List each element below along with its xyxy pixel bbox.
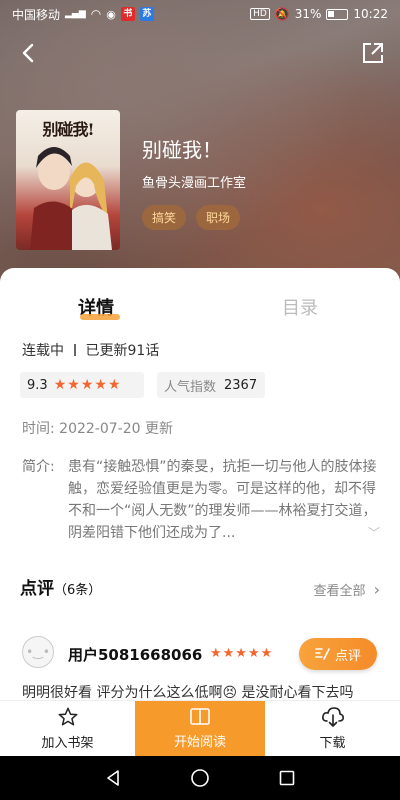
cover-illustration — [30, 147, 112, 250]
rating-value: 9.3 — [27, 377, 48, 393]
synopsis-label: 简介: — [22, 459, 55, 475]
share-button[interactable] — [360, 40, 386, 66]
serial-status-row: 连载中 已更新91话 — [22, 340, 159, 360]
carrier-text: 中国移动 — [12, 7, 61, 22]
bottom-action-bar: 加入书架 开始阅读 下载 — [0, 700, 400, 756]
review-stars: ★★★★★ — [210, 646, 274, 661]
start-reading-label: 开始阅读 — [173, 735, 226, 750]
nav-home-icon[interactable] — [190, 768, 210, 788]
add-to-shelf-button[interactable]: 加入书架 — [0, 701, 135, 756]
comic-cover[interactable]: 别碰我! — [16, 110, 120, 250]
reviews-title: 点评（6条） — [20, 574, 101, 599]
tag-list: 搞笑 职场 — [142, 205, 241, 230]
view-all-label: 查看全部 — [313, 584, 366, 599]
wifi-icon: ◠ — [90, 7, 102, 21]
system-nav-bar — [0, 756, 400, 800]
synopsis-text: 患有“接触恐惧”的秦旻，抗拒一切与他人的肢体接触，恋爱经验值更是为零。可是这样的… — [68, 459, 377, 541]
tag-comedy[interactable]: 搞笑 — [142, 205, 187, 230]
star-icon: ★ — [80, 377, 94, 393]
review-user-name[interactable]: 用户5081668066 — [68, 644, 202, 665]
star-icon: ★ — [53, 377, 67, 393]
popularity-box: 人气指数 2367 — [157, 372, 265, 398]
start-reading-button[interactable]: 开始阅读 — [135, 701, 265, 756]
mute-icon: 🔕 — [274, 7, 290, 21]
rating-stars: ★ ★ ★ ★ ★ — [53, 377, 121, 393]
comic-author[interactable]: 鱼骨头漫画工作室 — [142, 172, 246, 191]
app-badge-icon-2: 苏 — [139, 7, 154, 21]
star-icon: ★ — [107, 377, 121, 393]
download-button[interactable]: 下载 — [265, 701, 400, 756]
status-bar: 中国移动 ▂▄▆ ◠ ◉ 书 苏 HD 🔕 31% 10:22 — [0, 0, 400, 28]
chevron-right-icon: › — [373, 580, 380, 599]
detail-card: 详情 目录 连载中 已更新91话 9.3 ★ ★ ★ ★ ★ 人气指数 2367… — [0, 268, 400, 700]
cloud-download-icon — [321, 707, 344, 727]
star-outline-icon — [58, 707, 77, 726]
battery-percent: 31% — [294, 7, 322, 21]
comic-title: 别碰我！ — [142, 138, 222, 162]
time-value: 2022-07-20 更新 — [59, 421, 173, 437]
edit-icon — [315, 648, 330, 660]
hd-icon: HD — [250, 8, 270, 20]
add-to-shelf-label: 加入书架 — [41, 736, 94, 751]
nav-recents-icon[interactable] — [278, 769, 296, 787]
tab-active-indicator — [80, 314, 120, 320]
popularity-label: 人气指数 — [164, 379, 217, 395]
view-all-reviews-link[interactable]: 查看全部 › — [313, 580, 380, 599]
wechat-icon: ◉ — [106, 7, 116, 21]
popularity-value: 2367 — [224, 377, 258, 393]
battery-icon — [326, 8, 349, 20]
rating-box: 9.3 ★ ★ ★ ★ ★ — [20, 372, 144, 398]
reviews-count: （6条） — [54, 583, 102, 598]
star-icon: ★ — [67, 377, 80, 393]
synopsis[interactable]: 简介: 患有“接触恐惧”的秦旻，抗拒一切与他人的肢体接触，恋爱经验值更是为零。可… — [22, 456, 378, 544]
expand-chevron-icon[interactable]: ﹀ — [368, 524, 380, 541]
write-review-button[interactable]: 点评 — [299, 638, 377, 670]
app-badge-icon: 书 — [120, 7, 135, 21]
share-icon — [363, 43, 383, 63]
back-button[interactable] — [14, 38, 44, 68]
nav-back-icon[interactable] — [104, 769, 122, 787]
tab-catalog[interactable]: 目录 — [282, 294, 318, 320]
update-time: 时间: 2022-07-20 更新 — [22, 418, 173, 438]
tag-workplace[interactable]: 职场 — [196, 205, 241, 230]
clock: 10:22 — [353, 7, 388, 21]
tab-bar: 详情 目录 — [0, 268, 400, 334]
avatar[interactable]: •‿• — [22, 636, 54, 668]
download-label: 下载 — [319, 736, 346, 751]
write-review-label: 点评 — [334, 648, 361, 664]
reviews-title-text: 点评 — [20, 579, 54, 599]
divider — [74, 344, 76, 356]
back-arrow-icon — [22, 43, 34, 63]
update-count: 已更新91话 — [85, 343, 160, 359]
book-icon — [190, 708, 210, 725]
serial-status: 连载中 — [22, 343, 64, 359]
review-text: 明明很好看 评分为什么这么低啊😣 是没耐心看下去吗 — [22, 685, 354, 700]
signal-icon: ▂▄▆ — [65, 9, 86, 19]
star-icon: ★ — [94, 377, 107, 393]
time-label: 时间: — [22, 421, 55, 437]
